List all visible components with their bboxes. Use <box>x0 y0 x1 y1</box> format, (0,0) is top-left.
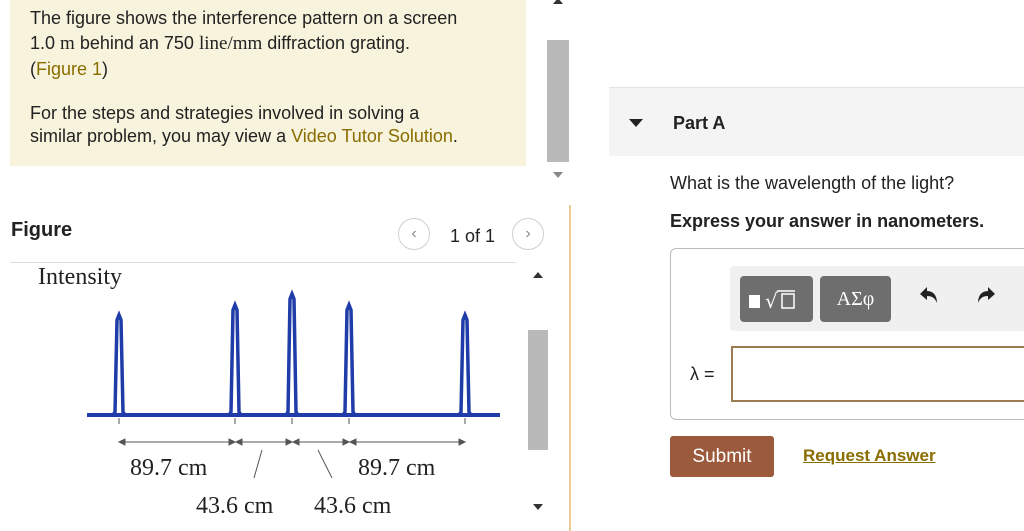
intro-para2-line2: similar problem, you may view a Video Tu… <box>30 126 458 147</box>
dimension-center-right: 43.6 cm <box>314 493 392 519</box>
question-text: What is the wavelength of the light? <box>670 173 955 193</box>
intro-line-2-end: diffraction grating. <box>262 33 411 53</box>
dimension-center-left: 43.6 cm <box>196 493 274 519</box>
chevron-left-icon: ‹ <box>411 225 417 242</box>
undo-button[interactable] <box>916 284 940 315</box>
figure-link[interactable]: Figure 1 <box>36 59 102 79</box>
intro-line-2-mid: behind an 750 <box>74 33 199 53</box>
distance-unit: m <box>60 33 75 54</box>
intro-line-3: (Figure 1) <box>30 59 108 80</box>
part-a-label: Part A <box>673 113 726 133</box>
dimension-left: 89.7 cm <box>130 455 208 481</box>
dimension-right: 89.7 cm <box>358 455 436 481</box>
templates-button[interactable]: √ <box>740 276 813 322</box>
intro-para2-end: . <box>452 126 458 146</box>
intro-para2-line1: For the steps and strategies involved in… <box>30 103 420 123</box>
intensity-peak-1 <box>111 310 127 416</box>
variable-label: λ = <box>690 364 715 384</box>
scroll-down-icon[interactable] <box>553 172 563 178</box>
figure-scrollbar-thumb[interactable] <box>528 330 548 450</box>
intensity-label: Intensity <box>38 264 122 290</box>
undo-icon <box>920 287 937 303</box>
intensity-peak-4 <box>341 300 357 416</box>
answer-input[interactable] <box>731 346 1024 402</box>
grating-unit: line/mm <box>198 33 263 54</box>
intro-scrollbar[interactable] <box>547 0 569 188</box>
scroll-up-icon[interactable] <box>553 0 563 4</box>
sqrt-template-icon: √ <box>748 289 795 313</box>
submit-button[interactable]: Submit <box>670 436 774 477</box>
chevron-right-icon: › <box>525 225 531 242</box>
problem-intro: The figure shows the interference patter… <box>10 0 526 166</box>
previous-figure-button[interactable]: ‹ <box>398 218 430 250</box>
symbols-label: ΑΣφ <box>836 287 875 310</box>
figure-pager: 1 of 1 <box>450 226 496 246</box>
redo-button[interactable] <box>975 284 999 315</box>
paren-close: ) <box>102 59 109 79</box>
peak-ticks <box>118 418 466 424</box>
intro-line-1: The figure shows the interference patter… <box>30 8 458 28</box>
intensity-peak-3 <box>284 289 300 416</box>
interference-figure: Intensity 89.7 cm 89.7 cm 43.6 cm 43.6 c… <box>38 264 500 519</box>
svg-text:√: √ <box>765 289 778 313</box>
intensity-peak-5 <box>457 310 473 416</box>
intro-para2-start: similar problem, you may view a <box>30 126 292 146</box>
figure-scroll-up-icon[interactable] <box>533 272 543 278</box>
caret-down-icon[interactable] <box>629 119 643 127</box>
intro-line-2: 1.0 m behind an 750 line/mm diffraction … <box>30 33 410 55</box>
redo-icon <box>978 287 995 303</box>
panel-divider[interactable] <box>569 205 571 531</box>
figure-title: Figure <box>11 219 73 241</box>
figure-scrollbar[interactable] <box>527 262 549 520</box>
symbols-button[interactable]: ΑΣφ <box>820 276 891 322</box>
next-figure-button[interactable]: › <box>512 218 544 250</box>
distance-value: 1.0 <box>30 33 56 53</box>
scrollbar-thumb[interactable] <box>547 40 569 162</box>
instruction-text: Express your answer in nanometers. <box>670 211 985 231</box>
part-a-header[interactable] <box>609 87 1024 156</box>
figure-scroll-down-icon[interactable] <box>533 504 543 510</box>
request-answer-link[interactable]: Request Answer <box>803 446 936 466</box>
video-tutor-link[interactable]: Video Tutor Solution <box>291 126 453 146</box>
intensity-peak-2 <box>227 300 243 416</box>
